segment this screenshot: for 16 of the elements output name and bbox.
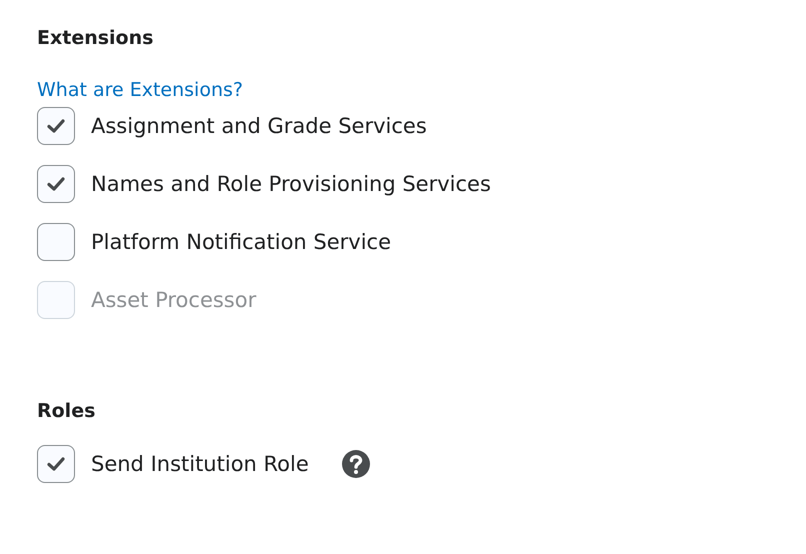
checkbox-label: Send Institution Role (91, 451, 309, 478)
checkbox[interactable] (37, 445, 75, 483)
checkbox[interactable] (37, 165, 75, 203)
checkbox[interactable] (37, 107, 75, 145)
check-icon (46, 456, 66, 472)
checkbox-label: Names and Role Provisioning Services (91, 171, 491, 198)
section-heading: Extensions (37, 26, 154, 51)
section-heading: Roles (37, 399, 96, 424)
checkbox-label: Assignment and Grade Services (91, 113, 427, 140)
check-icon (46, 176, 66, 192)
help-link[interactable]: What are Extensions? (37, 77, 243, 103)
checkbox-label: Platform Notification Service (91, 229, 392, 256)
help-icon[interactable] (340, 449, 371, 479)
check-icon (46, 118, 66, 134)
checkbox[interactable] (37, 223, 75, 261)
checkbox-label: Asset Processor (91, 287, 256, 314)
